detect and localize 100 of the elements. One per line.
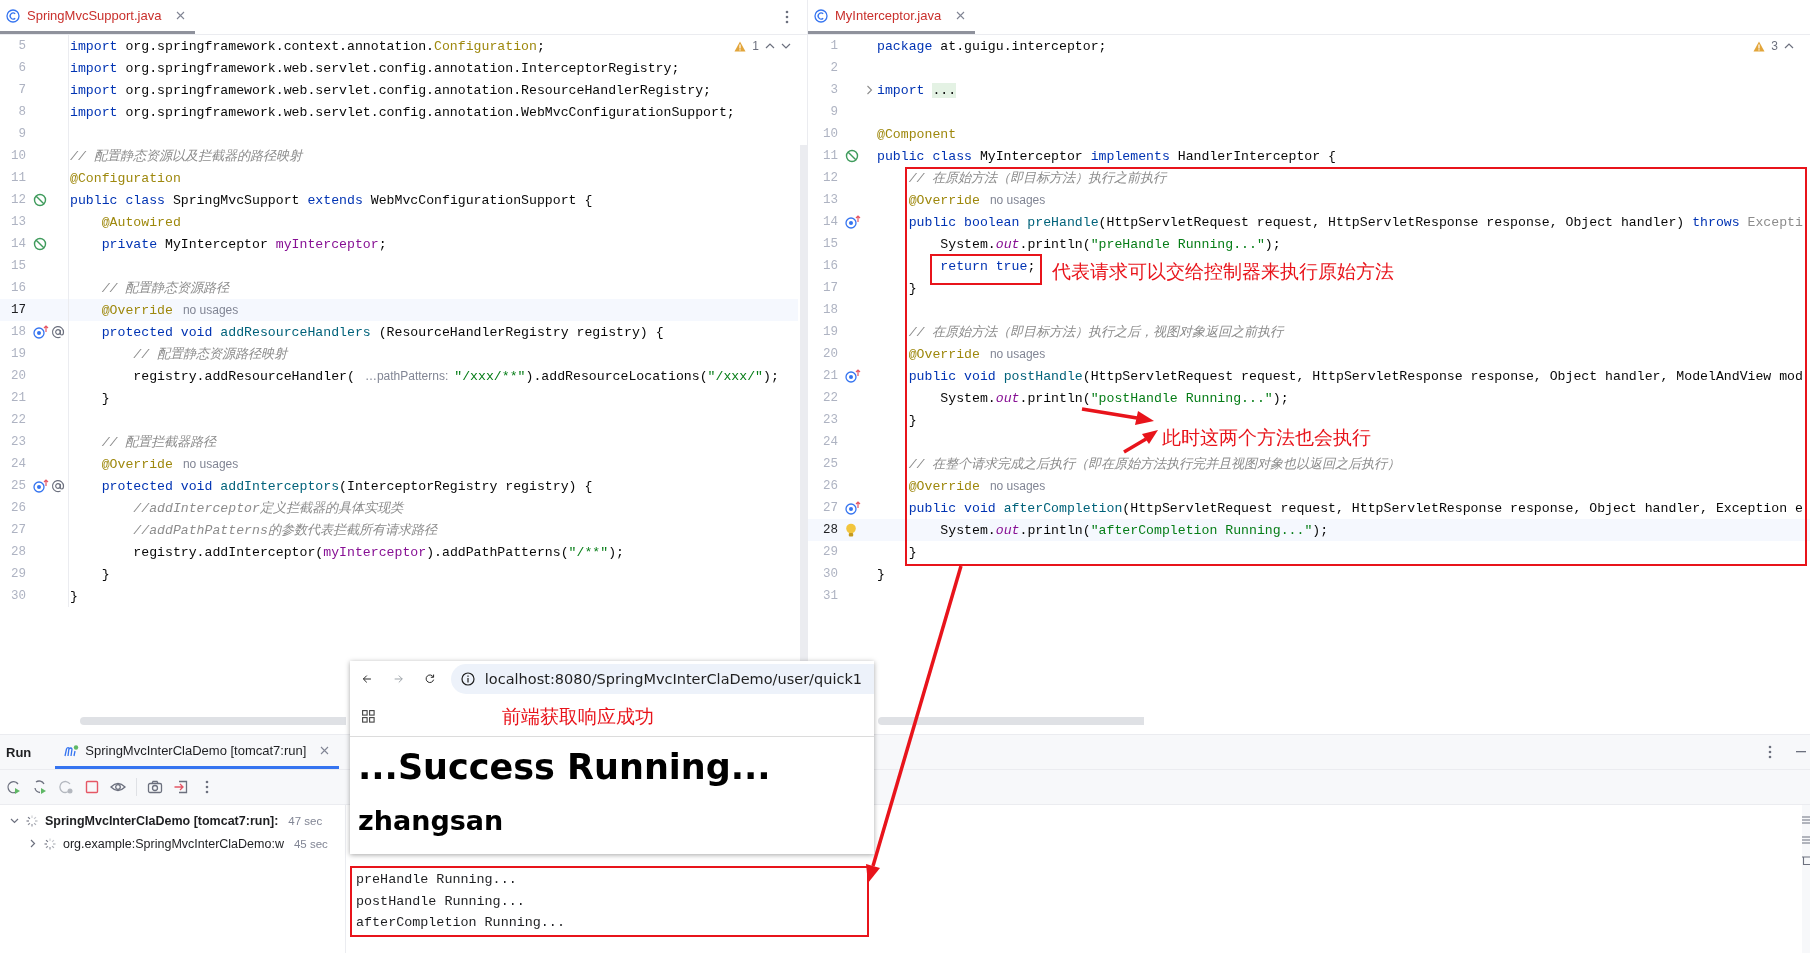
code-text: package at.guigu.interceptor; [877, 38, 1107, 54]
code-text: System.out.println("postHandle Running..."); [940, 390, 1289, 406]
line-number: 27 [10, 523, 26, 537]
line-number: 25 [10, 479, 26, 493]
inlay-hint: no usages [989, 193, 1046, 207]
close-icon[interactable] [176, 11, 186, 20]
line-number: 24 [10, 457, 26, 471]
next-icon[interactable] [781, 43, 791, 49]
code-text: @Override [908, 346, 980, 362]
duration-text: 47 sec [288, 814, 323, 827]
console-line: preHandle Running... [356, 871, 517, 889]
override-icon[interactable] [845, 501, 861, 515]
line-number: 26 [822, 479, 838, 493]
info-icon[interactable] [460, 672, 475, 686]
more-icon[interactable] [1768, 745, 1772, 759]
file-tab[interactable]: SpringMvcSupport.java [0, 0, 196, 34]
chevron-icon[interactable] [28, 839, 37, 848]
implementation-icon[interactable] [51, 479, 65, 493]
expand-icon[interactable] [866, 85, 873, 95]
run-item[interactable]: org.example:SpringMvcInterClaDemo:w [63, 836, 284, 851]
override-icon[interactable] [33, 479, 49, 493]
page-heading: ...Success Running... [357, 746, 772, 787]
code-text: // 配置拦截器路径 [101, 434, 217, 451]
code-text: } [908, 412, 917, 428]
line-number: 20 [10, 369, 26, 383]
previous-icon[interactable] [765, 43, 775, 49]
code-text: // 在原始方法（即目标方法）执行之前执行 [908, 170, 1167, 187]
line-number: 16 [10, 281, 26, 295]
console-line: postHandle Running... [356, 892, 525, 911]
line-number: 20 [822, 347, 838, 361]
line-number: 28 [822, 523, 838, 537]
line-number: 17 [10, 303, 26, 317]
code-text: } [101, 566, 110, 582]
code-text: public void afterCompletion(HttpServletRequest request, HttpServletResponse response, Object handler, Exception e [908, 500, 1803, 516]
line-number: 21 [10, 391, 26, 405]
line-number: 3 [829, 83, 838, 97]
line-number: 19 [822, 325, 838, 339]
page-subheading: zhangsan [357, 804, 505, 836]
more-icon[interactable] [785, 10, 789, 24]
rerun-icon[interactable] [6, 779, 22, 795]
annotation-text: 代表请求可以交给控制器来执行原始方法 [1052, 260, 1394, 284]
line-number: 29 [10, 567, 26, 581]
rerun-failed-icon[interactable] [32, 779, 48, 795]
bean-icon[interactable] [33, 193, 47, 207]
warning-count: 1 [752, 39, 759, 53]
inlay-hint: no usages [182, 303, 239, 317]
exit-icon[interactable] [173, 779, 189, 795]
console-line: afterCompletion Running... [356, 914, 565, 932]
run-item[interactable]: SpringMvcInterClaDemo [tomcat7:run]: [45, 813, 279, 828]
stop-icon[interactable] [84, 779, 100, 795]
line-number: 21 [822, 369, 838, 383]
line-number: 10 [10, 149, 26, 163]
line-number: 10 [822, 127, 838, 141]
scrollbar[interactable] [878, 717, 1144, 725]
scrollbar[interactable] [80, 717, 346, 725]
line-number: 6 [17, 61, 26, 75]
code-text: @Override [908, 192, 980, 208]
warning-icon[interactable] [734, 40, 747, 52]
close-icon[interactable] [320, 746, 330, 755]
code-text: //addInterceptor定义拦截器的具体实现类 [133, 500, 403, 517]
close-icon[interactable] [956, 11, 966, 20]
class-icon [6, 8, 20, 23]
minimize-icon[interactable] [1796, 751, 1806, 753]
line-number: 23 [10, 435, 26, 449]
code-text: // 配置静态资源路径 [101, 280, 230, 297]
code-text: public class MyInterceptor implements HandlerInterceptor { [877, 148, 1337, 164]
code-text: //addPathPatterns的参数代表拦截所有请求路径 [133, 522, 437, 539]
code-text: protected void addInterceptors(InterceptorRegistry registry) { [101, 478, 593, 494]
address-field[interactable]: localhost:8080/SpringMvcInterClaDemo/user/quick1 [450, 664, 874, 694]
bean-icon[interactable] [33, 237, 47, 251]
override-icon[interactable] [845, 369, 861, 383]
override-icon[interactable] [33, 325, 49, 339]
implementation-icon[interactable] [51, 325, 65, 339]
warning-icon[interactable] [1753, 40, 1766, 52]
line-number: 16 [822, 259, 838, 273]
inlay-hint: no usages [182, 457, 239, 471]
chevron-icon[interactable] [10, 816, 19, 825]
line-number: 5 [17, 39, 26, 53]
code-text: @Override [101, 456, 173, 472]
spinner-icon [43, 836, 57, 851]
code-text: @Override [101, 302, 173, 318]
bulb-icon[interactable] [845, 522, 857, 538]
apps-icon[interactable] [362, 710, 375, 723]
line-number: 7 [17, 83, 26, 97]
bean-icon[interactable] [845, 149, 859, 163]
override-icon[interactable] [845, 215, 861, 229]
previous-icon[interactable] [1784, 43, 1794, 49]
line-number: 15 [822, 237, 838, 251]
line-number: 11 [10, 171, 26, 185]
inlay-hint: no usages [989, 479, 1046, 493]
camera-icon[interactable] [147, 779, 163, 795]
line-number: 1 [829, 39, 838, 53]
line-number: 27 [822, 501, 838, 515]
file-tab[interactable]: MyInterceptor.java [808, 0, 976, 34]
reload-icon[interactable] [425, 672, 435, 686]
line-number: 28 [10, 545, 26, 559]
back-icon[interactable] [362, 672, 372, 686]
line-number: 25 [822, 457, 838, 471]
line-number: 30 [822, 567, 838, 581]
line-number: 22 [822, 391, 838, 405]
